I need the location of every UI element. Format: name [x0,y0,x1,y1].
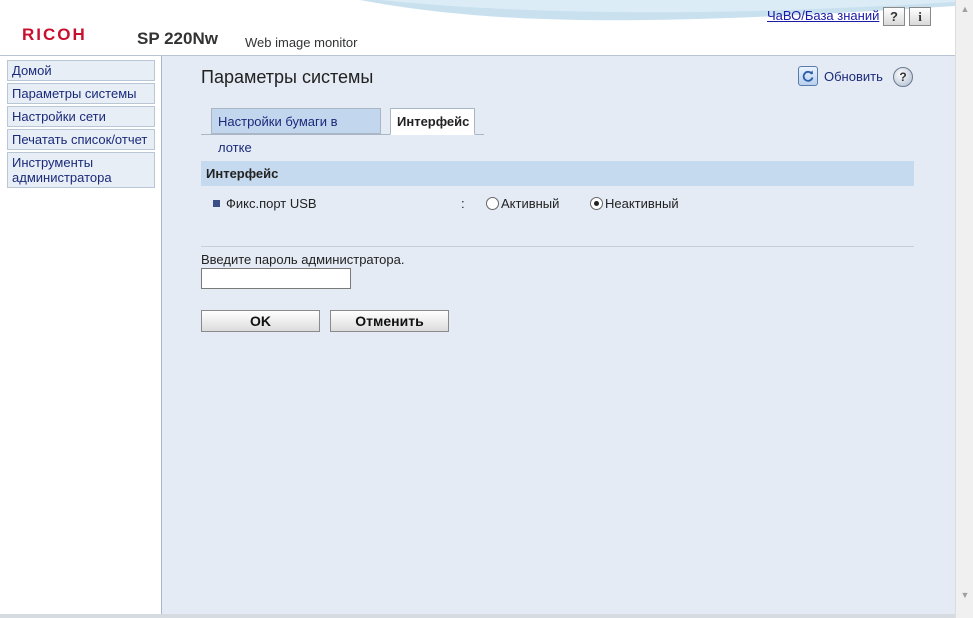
sidebar-item-print-list-report[interactable]: Печатать список/отчет [7,129,155,150]
bullet-icon [213,200,220,207]
page-title: Параметры системы [201,67,374,87]
admin-password-input[interactable] [201,268,351,289]
ok-button[interactable]: OK [201,310,320,332]
info-icon[interactable]: i [909,7,931,26]
section-header: Интерфейс [201,161,914,186]
printer-model: SP 220Nw [137,29,218,48]
sidebar-item-home[interactable]: Домой [7,60,155,81]
sidebar-item-label: Инструменты [12,155,94,170]
password-prompt: Введите пароль администратора. [201,252,405,267]
page-header: RICOH SP 220Nw Web image monitor ЧаВО/Ба… [0,0,955,56]
bottom-border [0,614,955,618]
tab-interface[interactable]: Интерфейс [390,108,475,135]
radio-inactive[interactable] [590,197,603,210]
product-name: Web image monitor [245,35,358,50]
setting-label: Фикс.порт USB [226,196,317,211]
help-icon[interactable]: ? [883,7,905,26]
refresh-label: Обновить [824,68,883,84]
sidebar-item-network-settings[interactable]: Настройки сети [7,106,155,127]
radio-inactive-label[interactable]: Неактивный [605,196,679,211]
main-content: Параметры системы Обновить ? Настройки б… [162,56,955,618]
faq-knowledge-base-link[interactable]: ЧаВО/База знаний [767,8,879,23]
sidebar-item-system-settings[interactable]: Параметры системы [7,83,155,104]
refresh-icon [798,66,818,86]
sidebar-item-label: администратора [12,170,112,185]
scroll-up-arrow-icon[interactable]: ▲ [956,2,973,16]
radio-active[interactable] [486,197,499,210]
page-help-icon[interactable]: ? [893,67,913,87]
divider [201,246,914,247]
tab-paper-tray-settings[interactable]: Настройки бумаги в лотке [211,108,381,155]
ricoh-logo: RICOH [22,25,87,44]
radio-active-label[interactable]: Активный [501,196,559,211]
setting-colon: : [461,196,465,211]
sidebar-item-admin-tools[interactable]: Инструменты администратора [7,152,155,188]
scroll-down-arrow-icon[interactable]: ▼ [956,588,973,602]
sidebar-nav: Домой Параметры системы Настройки сети П… [0,56,162,618]
refresh-button[interactable]: Обновить [798,66,883,86]
vertical-scrollbar[interactable]: ▲ ▼ [955,0,973,618]
cancel-button[interactable]: Отменить [330,310,449,332]
